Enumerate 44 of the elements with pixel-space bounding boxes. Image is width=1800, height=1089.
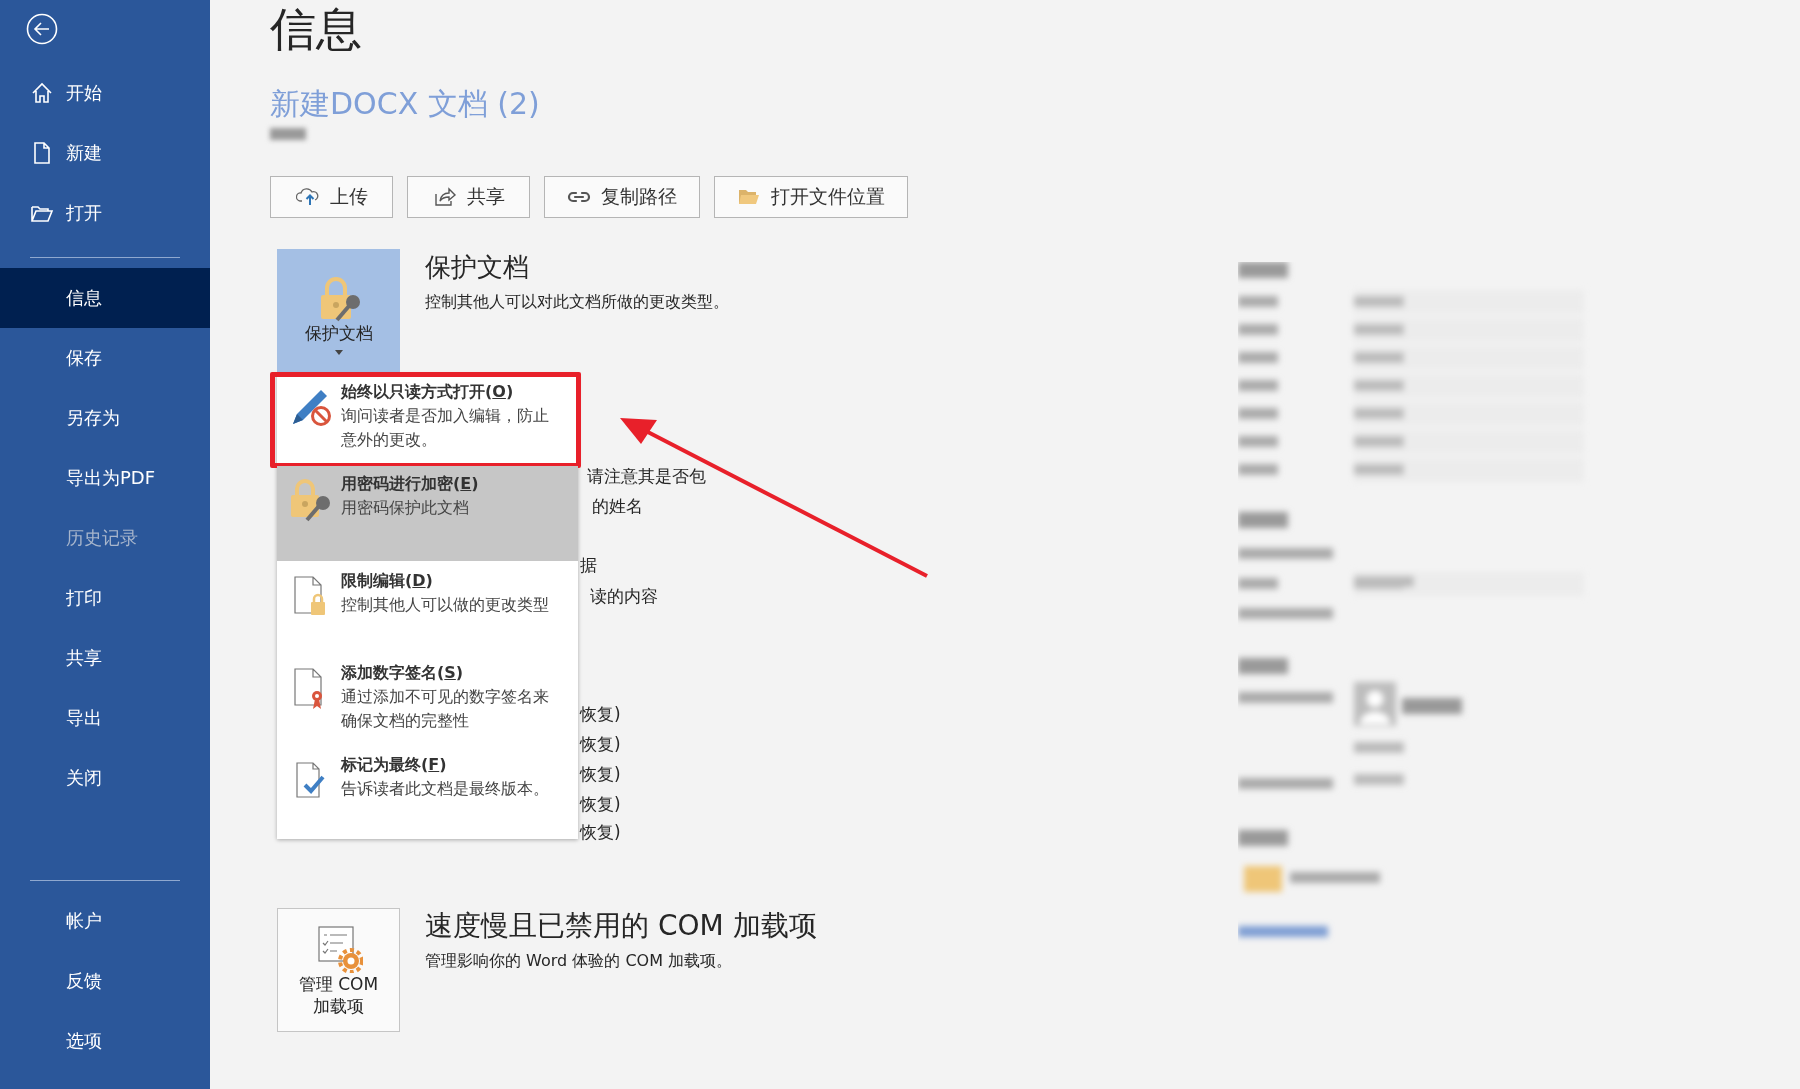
covered-text: 请注意其是否包 xyxy=(586,465,707,488)
covered-text: 恢复) xyxy=(580,733,622,756)
nav-item[interactable]: 新建 xyxy=(0,123,210,183)
nav-item[interactable]: 另存为 xyxy=(0,388,210,448)
action-button[interactable]: 上传 xyxy=(270,176,393,218)
nav-item[interactable]: 保存 xyxy=(0,328,210,388)
nav-item[interactable]: 关闭 xyxy=(0,748,210,808)
section-heading: 速度慢且已禁用的 COM 加载项 xyxy=(425,908,817,944)
action-button[interactable]: 共享 xyxy=(407,176,530,218)
covered-text: 读的内容 xyxy=(589,585,659,608)
nav-item[interactable]: 打开 xyxy=(0,183,210,243)
nav-item[interactable]: 选项 xyxy=(0,1011,210,1071)
dropdown-caret-icon xyxy=(334,349,343,355)
action-button[interactable]: 复制路径 xyxy=(544,176,700,218)
action-button[interactable]: 打开文件位置 xyxy=(714,176,908,218)
nav-item[interactable]: 帐户 xyxy=(0,891,210,951)
menu-item[interactable]: 限制编辑(D) 控制其他人可以做的更改类型 xyxy=(277,563,578,653)
document-name: 新建DOCX 文档 (2) xyxy=(270,86,541,122)
back-icon[interactable] xyxy=(26,13,58,45)
blurred-location xyxy=(270,128,306,140)
section-description: 控制其他人可以对此文档所做的更改类型。 xyxy=(425,291,729,313)
covered-text: 恢复) xyxy=(580,821,622,844)
share-icon xyxy=(432,185,457,209)
covered-text: 恢复) xyxy=(580,793,622,816)
menu-item[interactable]: 添加数字签名(S) 通过添加不可见的数字签名来确保文档的完整性 xyxy=(277,655,578,745)
covered-text: 恢复) xyxy=(580,703,622,726)
page-title: 信息 xyxy=(270,1,363,58)
nav-item[interactable]: 开始 xyxy=(0,63,210,123)
manage-com-addins-button[interactable]: 管理 COM 加载项 xyxy=(277,908,400,1032)
nav-item[interactable]: 打印 xyxy=(0,568,210,628)
section-description: 管理影响你的 Word 体验的 COM 加载项。 xyxy=(425,950,734,972)
nav-item[interactable]: 导出为PDF xyxy=(0,448,210,508)
nav-item[interactable]: 信息 xyxy=(0,268,210,328)
nav-item[interactable]: 导出 xyxy=(0,688,210,748)
covered-text: 的姓名 xyxy=(591,495,644,518)
menu-item[interactable]: 标记为最终(F) 告诉读者此文档是最终版本。 xyxy=(277,747,578,837)
home-icon xyxy=(30,81,54,105)
covered-text: 恢复) xyxy=(580,763,622,786)
covered-text: 据 xyxy=(580,554,598,577)
nav-item[interactable]: 共享 xyxy=(0,628,210,688)
section-heading: 保护文档 xyxy=(425,251,530,284)
menu-item[interactable]: 用密码进行加密(E) 用密码保护此文档 xyxy=(277,466,578,561)
nav-item[interactable]: 反馈 xyxy=(0,951,210,1011)
protect-document-button[interactable]: 保护文档 xyxy=(277,249,400,373)
